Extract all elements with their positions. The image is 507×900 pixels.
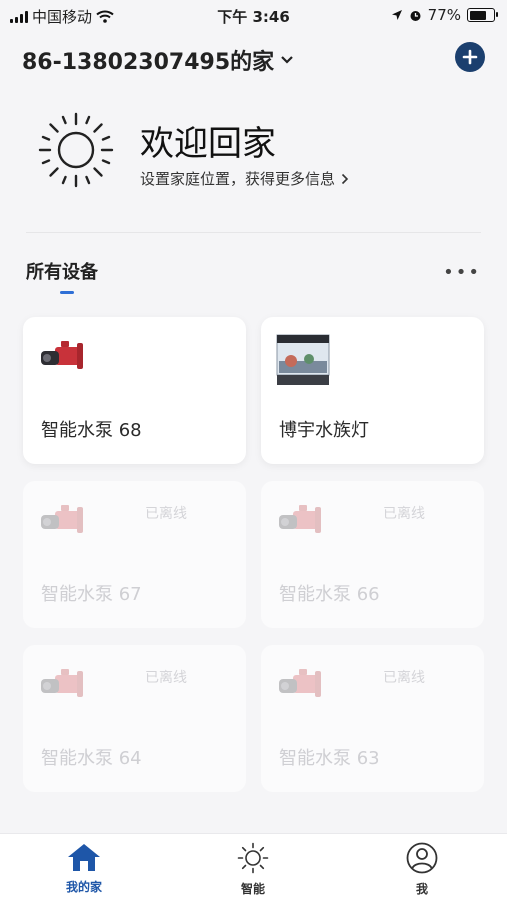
- device-card[interactable]: 已离线智能水泵 67: [23, 481, 246, 628]
- home-icon: [68, 844, 100, 871]
- device-card[interactable]: 已离线智能水泵 63: [261, 645, 484, 792]
- home-title: 86-13802307495的家: [22, 50, 275, 75]
- device-name: 智能水泵 66: [279, 584, 380, 605]
- pump-icon: [37, 331, 87, 381]
- chevron-down-icon: [281, 56, 293, 64]
- divider: [26, 232, 481, 233]
- offline-status: 已离线: [145, 670, 187, 686]
- battery-percent: 77%: [427, 6, 461, 24]
- device-card[interactable]: 已离线智能水泵 66: [261, 481, 484, 628]
- alarm-icon: [410, 10, 421, 21]
- tab-label: 我的家: [65, 880, 102, 894]
- pump-icon: [37, 495, 87, 545]
- device-name: 智能水泵 63: [279, 748, 380, 769]
- pump-icon: [37, 659, 87, 709]
- device-name: 博宇水族灯: [279, 420, 369, 441]
- aquarium-icon: [275, 331, 330, 385]
- sun-icon: [38, 112, 114, 188]
- more-options-button[interactable]: •••: [443, 262, 481, 283]
- user-icon: [406, 842, 438, 874]
- offline-status: 已离线: [383, 670, 425, 686]
- plus-icon: [462, 49, 478, 65]
- add-device-button[interactable]: [455, 42, 485, 72]
- device-card[interactable]: 智能水泵 68: [23, 317, 246, 464]
- sun-icon: [237, 842, 269, 874]
- pump-icon: [275, 495, 325, 545]
- device-name: 智能水泵 64: [41, 748, 142, 769]
- tab-bar: 我的家 智能 我: [0, 833, 507, 900]
- chevron-right-icon: [341, 173, 349, 184]
- set-location-link[interactable]: 设置家庭位置，获得更多信息: [140, 168, 349, 189]
- status-bar: 中国移动 下午 3:46 77%: [0, 0, 507, 32]
- offline-status: 已离线: [145, 506, 187, 522]
- home-selector[interactable]: 86-13802307495的家: [22, 44, 294, 76]
- welcome-title: 欢迎回家: [140, 124, 276, 164]
- tab-me[interactable]: 我: [372, 842, 472, 897]
- device-card[interactable]: 博宇水族灯: [261, 317, 484, 464]
- pump-icon: [275, 659, 325, 709]
- welcome-subtitle: 设置家庭位置，获得更多信息: [140, 170, 336, 188]
- battery-icon: [467, 8, 498, 22]
- device-name: 智能水泵 68: [41, 420, 142, 441]
- device-card[interactable]: 已离线智能水泵 64: [23, 645, 246, 792]
- section-tab-indicator: [60, 291, 74, 294]
- tab-label: 智能: [240, 882, 265, 896]
- location-icon: [391, 10, 402, 20]
- device-name: 智能水泵 67: [41, 584, 142, 605]
- welcome-banner: 欢迎回家 设置家庭位置，获得更多信息: [36, 110, 476, 200]
- status-right: 77%: [391, 6, 498, 24]
- tab-label: 我: [415, 882, 428, 896]
- tab-smart[interactable]: 智能: [203, 842, 303, 897]
- tab-my-home[interactable]: 我的家: [34, 842, 134, 895]
- offline-status: 已离线: [383, 506, 425, 522]
- section-title[interactable]: 所有设备: [26, 258, 98, 284]
